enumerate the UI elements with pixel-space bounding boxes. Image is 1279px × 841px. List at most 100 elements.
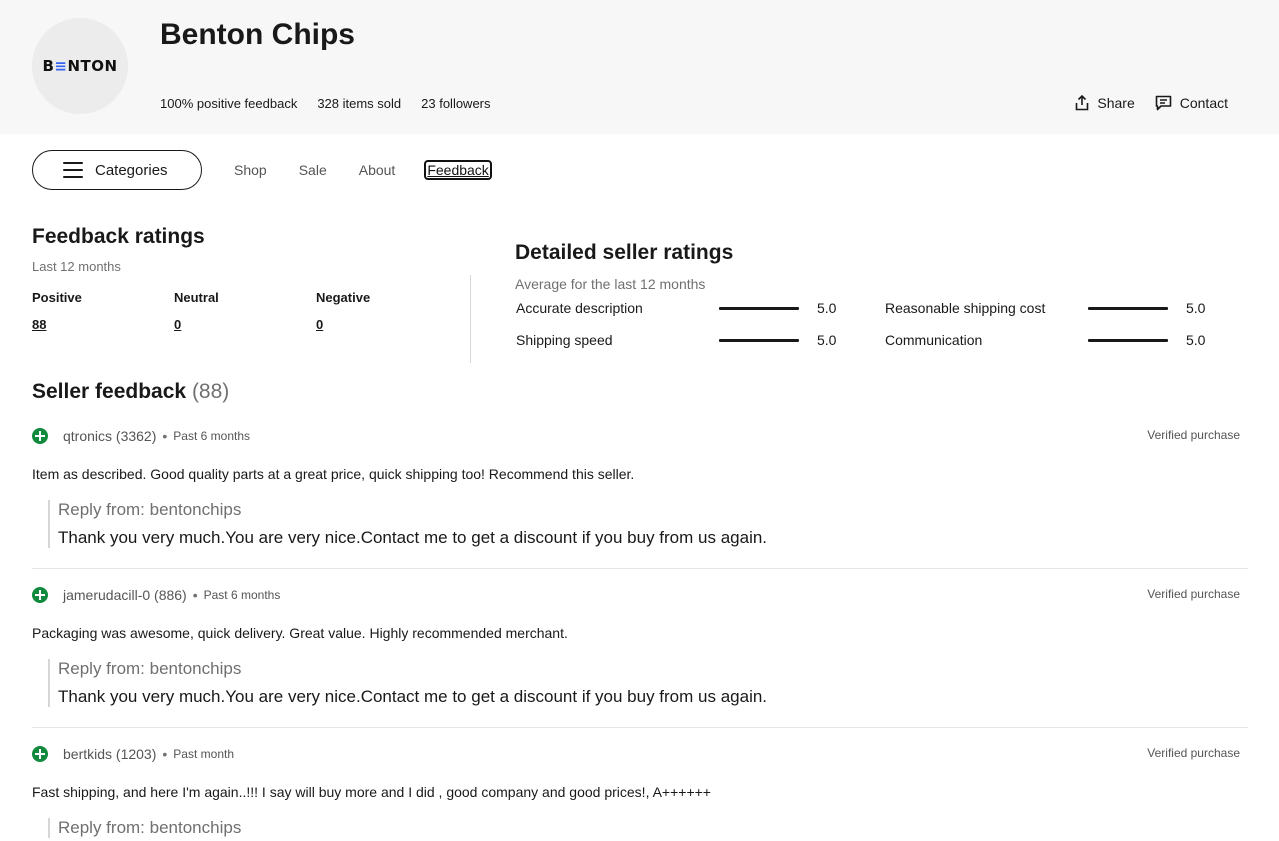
dsr-item-score: 5.0 <box>1186 300 1206 316</box>
dsr-rating-fill <box>719 338 799 342</box>
dsr-item-name: Communication <box>885 332 983 348</box>
feedback-user: bertkids (1203) <box>63 746 157 762</box>
feedback-item-header: jamerudacill-0 (886) • Past 6 months Ver… <box>32 585 1248 605</box>
feedback-counts: Positive 88 Neutral 0 Negative 0 <box>32 290 472 334</box>
feedback-time: Past 6 months <box>173 429 251 443</box>
dsr-item-score: 5.0 <box>817 300 837 316</box>
store-nav: Categories Shop Sale About Feedback <box>32 150 492 190</box>
contact-button[interactable]: Contact <box>1155 95 1228 111</box>
dsr-item-score: 5.0 <box>817 332 837 348</box>
feedback-text: Item as described. Good quality parts at… <box>32 466 635 482</box>
seller-reply: Reply from: bentonchips Thank you very m… <box>48 659 1248 707</box>
feedback-ratings: Feedback ratings Last 12 months Positive… <box>32 225 472 334</box>
tab-sale[interactable]: Sale <box>283 162 343 178</box>
reply-from: Reply from: bentonchips <box>58 500 242 519</box>
reply-text: Thank you very much.You are very nice.Co… <box>58 687 768 706</box>
feedback-item: bertkids (1203) • Past month Verified pu… <box>32 744 1248 838</box>
dsr-item: Reasonable shipping cost 5.0 <box>885 298 1205 318</box>
dsr-item-name: Reasonable shipping cost <box>885 300 1046 316</box>
negative-count-col: Negative 0 <box>316 290 458 334</box>
nav-tabs: Shop Sale About Feedback <box>234 160 492 180</box>
positive-count-link[interactable]: 88 <box>32 317 46 332</box>
dsr-item: Communication 5.0 <box>885 330 1205 350</box>
positive-feedback-icon <box>32 746 48 762</box>
negative-count-link[interactable]: 0 <box>316 317 323 332</box>
reply-from: Reply from: bentonchips <box>58 659 242 678</box>
share-button[interactable]: Share <box>1075 95 1135 111</box>
feedback-item: qtronics (3362) • Past 6 months Verified… <box>32 426 1248 548</box>
categories-button[interactable]: Categories <box>32 150 202 190</box>
neutral-count-link[interactable]: 0 <box>174 317 181 332</box>
feedback-item-header: bertkids (1203) • Past month Verified pu… <box>32 744 1248 764</box>
feedback-divider <box>32 727 1248 728</box>
reply-from: Reply from: bentonchips <box>58 818 242 837</box>
logo-text-accent: ≡ <box>54 57 68 75</box>
dsr-item: Accurate description 5.0 <box>516 298 836 318</box>
negative-label: Negative <box>316 290 371 305</box>
dsr-rating-fill <box>1088 338 1168 342</box>
feedback-item: jamerudacill-0 (886) • Past 6 months Ver… <box>32 585 1248 707</box>
positive-feedback-stat: 100% positive feedback <box>160 96 298 111</box>
seller-feedback-title: Seller feedback (88) <box>32 380 229 404</box>
dsr-item-name: Shipping speed <box>516 332 613 348</box>
dsr-item: Shipping speed 5.0 <box>516 330 836 350</box>
dsr-rating-fill <box>1088 306 1168 310</box>
feedback-ratings-title: Feedback ratings <box>32 225 205 248</box>
feedback-time: Past 6 months <box>203 588 281 602</box>
reply-text: Thank you very much.You are very nice.Co… <box>58 528 768 547</box>
separator-dot: • <box>162 746 168 762</box>
ratings-divider <box>470 275 471 363</box>
categories-label: Categories <box>95 161 168 179</box>
verified-purchase-label: Verified purchase <box>1147 428 1240 442</box>
seller-reply: Reply from: bentonchips <box>48 818 1248 838</box>
header-actions: Share Contact <box>1075 95 1228 111</box>
positive-count-col: Positive 88 <box>32 290 174 334</box>
contact-label: Contact <box>1179 95 1228 111</box>
followers-stat[interactable]: 23 followers <box>421 96 490 111</box>
positive-feedback-icon <box>32 428 48 444</box>
tab-feedback[interactable]: Feedback <box>424 160 492 180</box>
feedback-item-header: qtronics (3362) • Past 6 months Verified… <box>32 426 1248 446</box>
store-stats: 100% positive feedback 328 items sold 23… <box>160 96 491 111</box>
verified-purchase-label: Verified purchase <box>1147 587 1240 601</box>
logo-text-pre: B <box>42 57 55 75</box>
feedback-ratings-period: Last 12 months <box>32 259 121 274</box>
dsr-rating-fill <box>719 306 799 310</box>
store-header: B≡NTON Benton Chips 100% positive feedba… <box>0 0 1279 134</box>
separator-dot: • <box>192 587 198 603</box>
hamburger-icon <box>63 162 83 178</box>
store-logo[interactable]: B≡NTON <box>32 18 128 114</box>
feedback-divider <box>32 568 1248 569</box>
verified-purchase-label: Verified purchase <box>1147 746 1240 760</box>
items-sold-stat: 328 items sold <box>317 96 402 111</box>
store-name: Benton Chips <box>160 18 355 51</box>
dsr-rating-bar <box>719 338 799 342</box>
feedback-text: Packaging was awesome, quick delivery. G… <box>32 625 568 641</box>
seller-feedback-title-text: Seller feedback <box>32 380 187 403</box>
seller-feedback-count: (88) <box>191 380 230 403</box>
tab-shop[interactable]: Shop <box>234 162 283 178</box>
dsr-rating-bar <box>719 306 799 310</box>
separator-dot: • <box>162 428 168 444</box>
share-label: Share <box>1097 95 1135 111</box>
neutral-count-col: Neutral 0 <box>174 290 316 334</box>
detailed-seller-ratings: Detailed seller ratings Average for the … <box>515 241 1235 348</box>
dsr-rating-bar <box>1088 306 1168 310</box>
feedback-user: qtronics (3362) <box>63 428 157 444</box>
dsr-item-score: 5.0 <box>1186 332 1206 348</box>
neutral-label: Neutral <box>174 290 219 305</box>
positive-label: Positive <box>32 290 82 305</box>
tab-about[interactable]: About <box>343 162 412 178</box>
logo-text-post: NTON <box>67 57 118 75</box>
dsr-item-name: Accurate description <box>516 300 643 316</box>
positive-feedback-icon <box>32 587 48 603</box>
dsr-rating-bar <box>1088 338 1168 342</box>
chat-icon <box>1155 95 1172 111</box>
dsr-period: Average for the last 12 months <box>515 276 706 292</box>
feedback-user: jamerudacill-0 (886) <box>63 587 187 603</box>
share-icon <box>1075 95 1089 111</box>
seller-reply: Reply from: bentonchips Thank you very m… <box>48 500 1248 548</box>
dsr-title: Detailed seller ratings <box>515 241 734 264</box>
store-logo-text: B≡NTON <box>42 57 117 75</box>
feedback-text: Fast shipping, and here I'm again..!!! I… <box>32 784 711 800</box>
